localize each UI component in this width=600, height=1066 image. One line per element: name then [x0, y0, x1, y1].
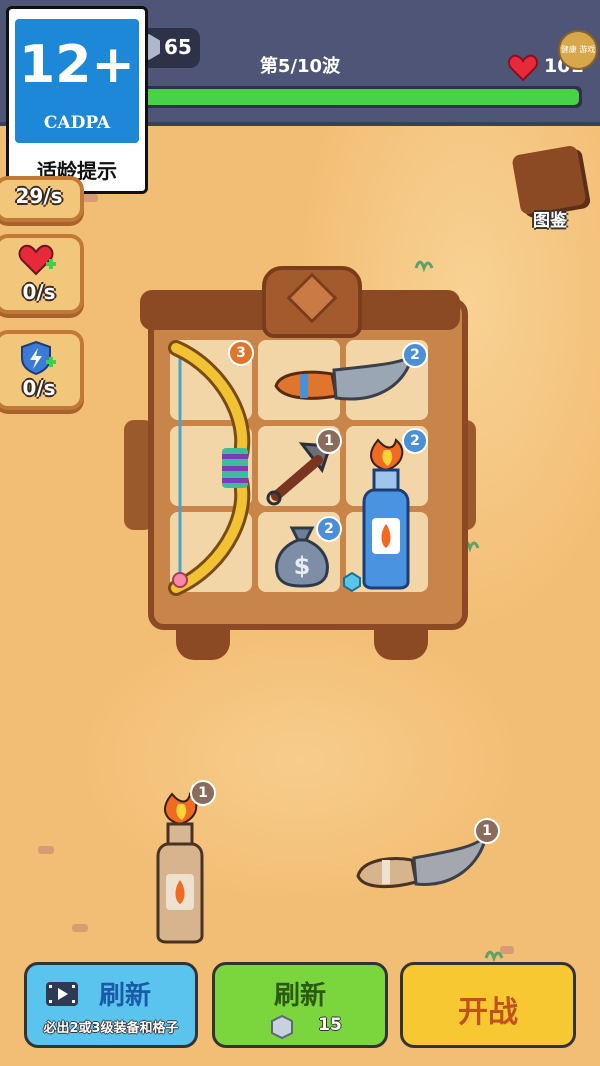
svg-text:$: $: [294, 552, 311, 580]
shield-lightning-icon: [21, 340, 56, 376]
heart-plus-icon: [18, 244, 56, 276]
heal-card[interactable]: 0/s: [0, 234, 84, 314]
item-level-badge: 1: [474, 818, 500, 844]
atlas-label: 图鉴: [533, 211, 567, 231]
age-rating-badge[interactable]: 12+ CADPA 适龄提示: [6, 6, 148, 194]
item-level-badge: 2: [402, 428, 428, 454]
energy-card[interactable]: 0/s: [0, 330, 84, 410]
book-icon: [511, 144, 587, 216]
heal-rate: 0/s: [22, 280, 56, 304]
age-rating-value: 12+: [19, 35, 135, 95]
start-battle-title: 开战: [458, 995, 518, 1030]
diamond-icon: [343, 572, 361, 592]
item-level-badge: 1: [190, 780, 216, 806]
heart-icon: [508, 54, 538, 82]
energy-rate: 0/s: [22, 376, 56, 400]
backpack-handle: [262, 266, 362, 338]
ad-refresh-title: 刷新: [98, 981, 151, 1011]
atlas-button[interactable]: 图鉴: [510, 144, 590, 231]
wave-progress-fill: [143, 89, 579, 105]
refresh-cost: 15: [318, 1015, 342, 1035]
molotov-item[interactable]: [356, 436, 420, 590]
wave-progress-bar: [140, 86, 582, 108]
bow-item[interactable]: [166, 340, 256, 596]
ad-refresh-button[interactable]: 刷新 必出2或3级装备和格子: [24, 962, 198, 1048]
refresh-title: 刷新: [273, 981, 326, 1011]
backpack-emblem: [286, 272, 338, 324]
income-card[interactable]: 29/s: [0, 176, 84, 222]
refresh-button[interactable]: 刷新 15: [212, 962, 388, 1048]
ad-refresh-subtitle: 必出2或3级装备和格子: [43, 1021, 179, 1036]
health-game-badge[interactable]: 健康 游戏: [558, 30, 598, 70]
ground-knife[interactable]: [354, 830, 494, 894]
knife-item[interactable]: [270, 352, 420, 408]
start-battle-button[interactable]: 开战: [400, 962, 576, 1048]
item-level-badge: 2: [402, 342, 428, 368]
item-level-badge: 1: [316, 428, 342, 454]
ground-molotov[interactable]: [152, 790, 212, 944]
income-rate: 29/s: [15, 184, 63, 208]
item-level-badge: 2: [316, 516, 342, 542]
item-level-badge: 3: [228, 340, 254, 366]
age-rating-panel: 12+ CADPA: [15, 19, 139, 143]
rating-org: CADPA: [43, 113, 111, 133]
